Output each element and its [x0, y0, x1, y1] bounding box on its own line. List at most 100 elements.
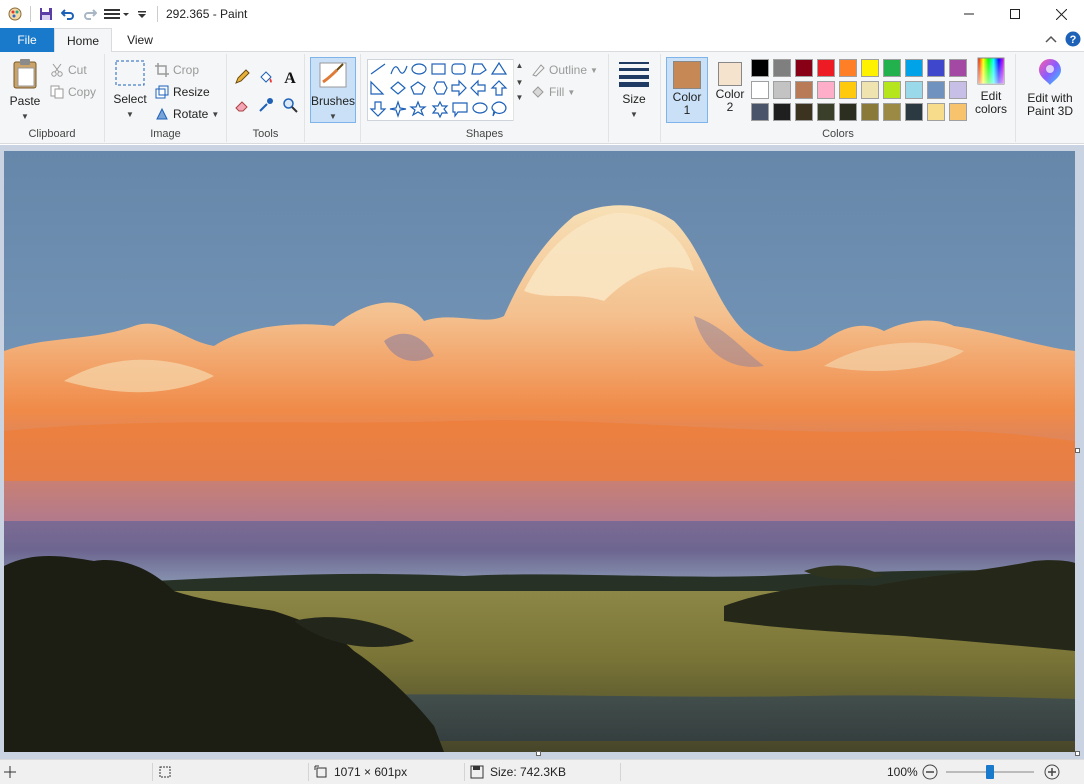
triangle-shape-icon[interactable] — [490, 61, 508, 75]
palette-swatch[interactable] — [817, 81, 835, 99]
down-arrow-shape-icon[interactable] — [369, 101, 387, 117]
palette-swatch[interactable] — [927, 59, 945, 77]
fill-bucket-icon[interactable] — [255, 66, 277, 88]
rounded-callout-shape-icon[interactable] — [452, 102, 468, 118]
scroll-down-icon[interactable]: ▼ — [514, 78, 525, 87]
palette-swatch[interactable] — [883, 59, 901, 77]
palette-swatch[interactable] — [751, 103, 769, 121]
palette-swatch[interactable] — [883, 81, 901, 99]
palette-swatch[interactable] — [883, 103, 901, 121]
crop-button[interactable]: Crop — [155, 60, 199, 80]
minimize-button[interactable] — [946, 0, 992, 28]
four-point-star-shape-icon[interactable] — [389, 100, 407, 118]
palette-swatch[interactable] — [839, 81, 857, 99]
palette-swatch[interactable] — [839, 59, 857, 77]
color1-button[interactable]: Color 1 — [666, 57, 708, 123]
hexagon-shape-icon[interactable] — [433, 81, 448, 95]
left-arrow-shape-icon[interactable] — [470, 79, 486, 97]
gallery-more-icon[interactable]: ▼ — [514, 93, 525, 102]
resize-button[interactable]: Resize — [155, 82, 210, 102]
edit-colors-button[interactable]: Edit colors — [970, 57, 1012, 116]
palette-swatch[interactable] — [861, 81, 879, 99]
image-group-label: Image — [150, 128, 181, 140]
diamond-shape-icon[interactable] — [390, 81, 406, 95]
palette-swatch[interactable] — [927, 81, 945, 99]
help-icon[interactable]: ? — [1065, 31, 1081, 50]
oval-callout-shape-icon[interactable] — [472, 102, 488, 114]
palette-swatch[interactable] — [795, 81, 813, 99]
palette-swatch[interactable] — [905, 81, 923, 99]
zoom-slider-thumb[interactable] — [986, 765, 994, 779]
oval-shape-icon[interactable] — [411, 63, 427, 75]
fill-button[interactable]: Fill ▼ — [531, 82, 575, 102]
shapes-scroll[interactable]: ▲ ▼ ▼ — [513, 59, 525, 121]
canvas-resize-handle-right[interactable] — [1075, 448, 1080, 453]
palette-swatch[interactable] — [795, 103, 813, 121]
tab-view[interactable]: View — [112, 28, 168, 52]
palette-swatch[interactable] — [927, 103, 945, 121]
zoom-level: 100% — [887, 765, 918, 779]
tab-home[interactable]: Home — [54, 28, 112, 53]
brushes-button[interactable]: Brushes ▼ — [310, 57, 356, 123]
text-icon[interactable]: A — [279, 66, 301, 88]
cut-button[interactable]: Cut — [50, 60, 87, 80]
palette-swatch[interactable] — [949, 81, 967, 99]
up-arrow-shape-icon[interactable] — [490, 80, 508, 96]
palette-swatch[interactable] — [839, 103, 857, 121]
shapes-group: ▲ ▼ ▼ Outline ▼ Fill ▼ Shapes — [361, 54, 609, 142]
rounded-rectangle-shape-icon[interactable] — [451, 63, 466, 75]
palette-swatch[interactable] — [949, 103, 967, 121]
pentagon-shape-icon[interactable] — [410, 81, 426, 95]
collapse-ribbon-icon[interactable] — [1045, 33, 1057, 47]
quick-access-menu-icon[interactable] — [101, 3, 131, 25]
right-arrow-shape-icon[interactable] — [451, 79, 467, 97]
color-picker-icon[interactable] — [255, 94, 277, 116]
color2-button[interactable]: Color 2 — [709, 57, 751, 123]
drawing-canvas[interactable] — [4, 151, 1075, 752]
scroll-up-icon[interactable]: ▲ — [514, 61, 525, 70]
size-button[interactable]: Size ▼ — [615, 58, 653, 120]
palette-swatch[interactable] — [773, 81, 791, 99]
copy-button[interactable]: Copy — [50, 82, 96, 102]
line-shape-icon[interactable] — [370, 63, 386, 75]
customize-toolbar-icon[interactable] — [131, 3, 153, 25]
edit-with-paint3d-button[interactable]: Edit with Paint 3D — [1020, 57, 1080, 118]
maximize-button[interactable] — [992, 0, 1038, 28]
eraser-icon[interactable] — [231, 94, 253, 116]
right-triangle-shape-icon[interactable] — [370, 80, 385, 95]
redo-icon[interactable] — [79, 3, 101, 25]
polygon-shape-icon[interactable] — [471, 63, 487, 75]
close-button[interactable] — [1038, 0, 1084, 28]
palette-swatch[interactable] — [751, 81, 769, 99]
paste-button[interactable]: Paste ▼ — [6, 58, 44, 122]
canvas-resize-handle-bottom[interactable] — [536, 751, 541, 756]
palette-swatch[interactable] — [905, 59, 923, 77]
save-icon[interactable] — [35, 3, 57, 25]
rectangle-shape-icon[interactable] — [431, 63, 446, 75]
pencil-icon[interactable] — [231, 66, 253, 88]
zoom-out-button[interactable] — [922, 760, 938, 784]
palette-swatch[interactable] — [751, 59, 769, 77]
zoom-in-button[interactable] — [1044, 760, 1060, 784]
palette-swatch[interactable] — [861, 59, 879, 77]
palette-swatch[interactable] — [773, 103, 791, 121]
rotate-button[interactable]: Rotate ▼ — [155, 104, 219, 124]
tab-file[interactable]: File — [0, 28, 54, 52]
magnifier-icon[interactable] — [279, 94, 301, 116]
palette-swatch[interactable] — [949, 59, 967, 77]
five-point-star-shape-icon[interactable] — [409, 100, 427, 117]
palette-swatch[interactable] — [773, 59, 791, 77]
outline-button[interactable]: Outline ▼ — [531, 60, 598, 80]
palette-swatch[interactable] — [817, 103, 835, 121]
palette-swatch[interactable] — [905, 103, 923, 121]
palette-swatch[interactable] — [861, 103, 879, 121]
select-button[interactable]: Select ▼ — [111, 58, 149, 120]
palette-swatch[interactable] — [795, 59, 813, 77]
six-point-star-shape-icon[interactable] — [431, 100, 449, 119]
undo-icon[interactable] — [57, 3, 79, 25]
cloud-callout-shape-icon[interactable] — [491, 101, 507, 117]
curve-shape-icon[interactable] — [390, 65, 408, 75]
zoom-slider[interactable] — [946, 760, 1036, 784]
palette-swatch[interactable] — [817, 59, 835, 77]
canvas-resize-handle-corner[interactable] — [1075, 751, 1080, 756]
